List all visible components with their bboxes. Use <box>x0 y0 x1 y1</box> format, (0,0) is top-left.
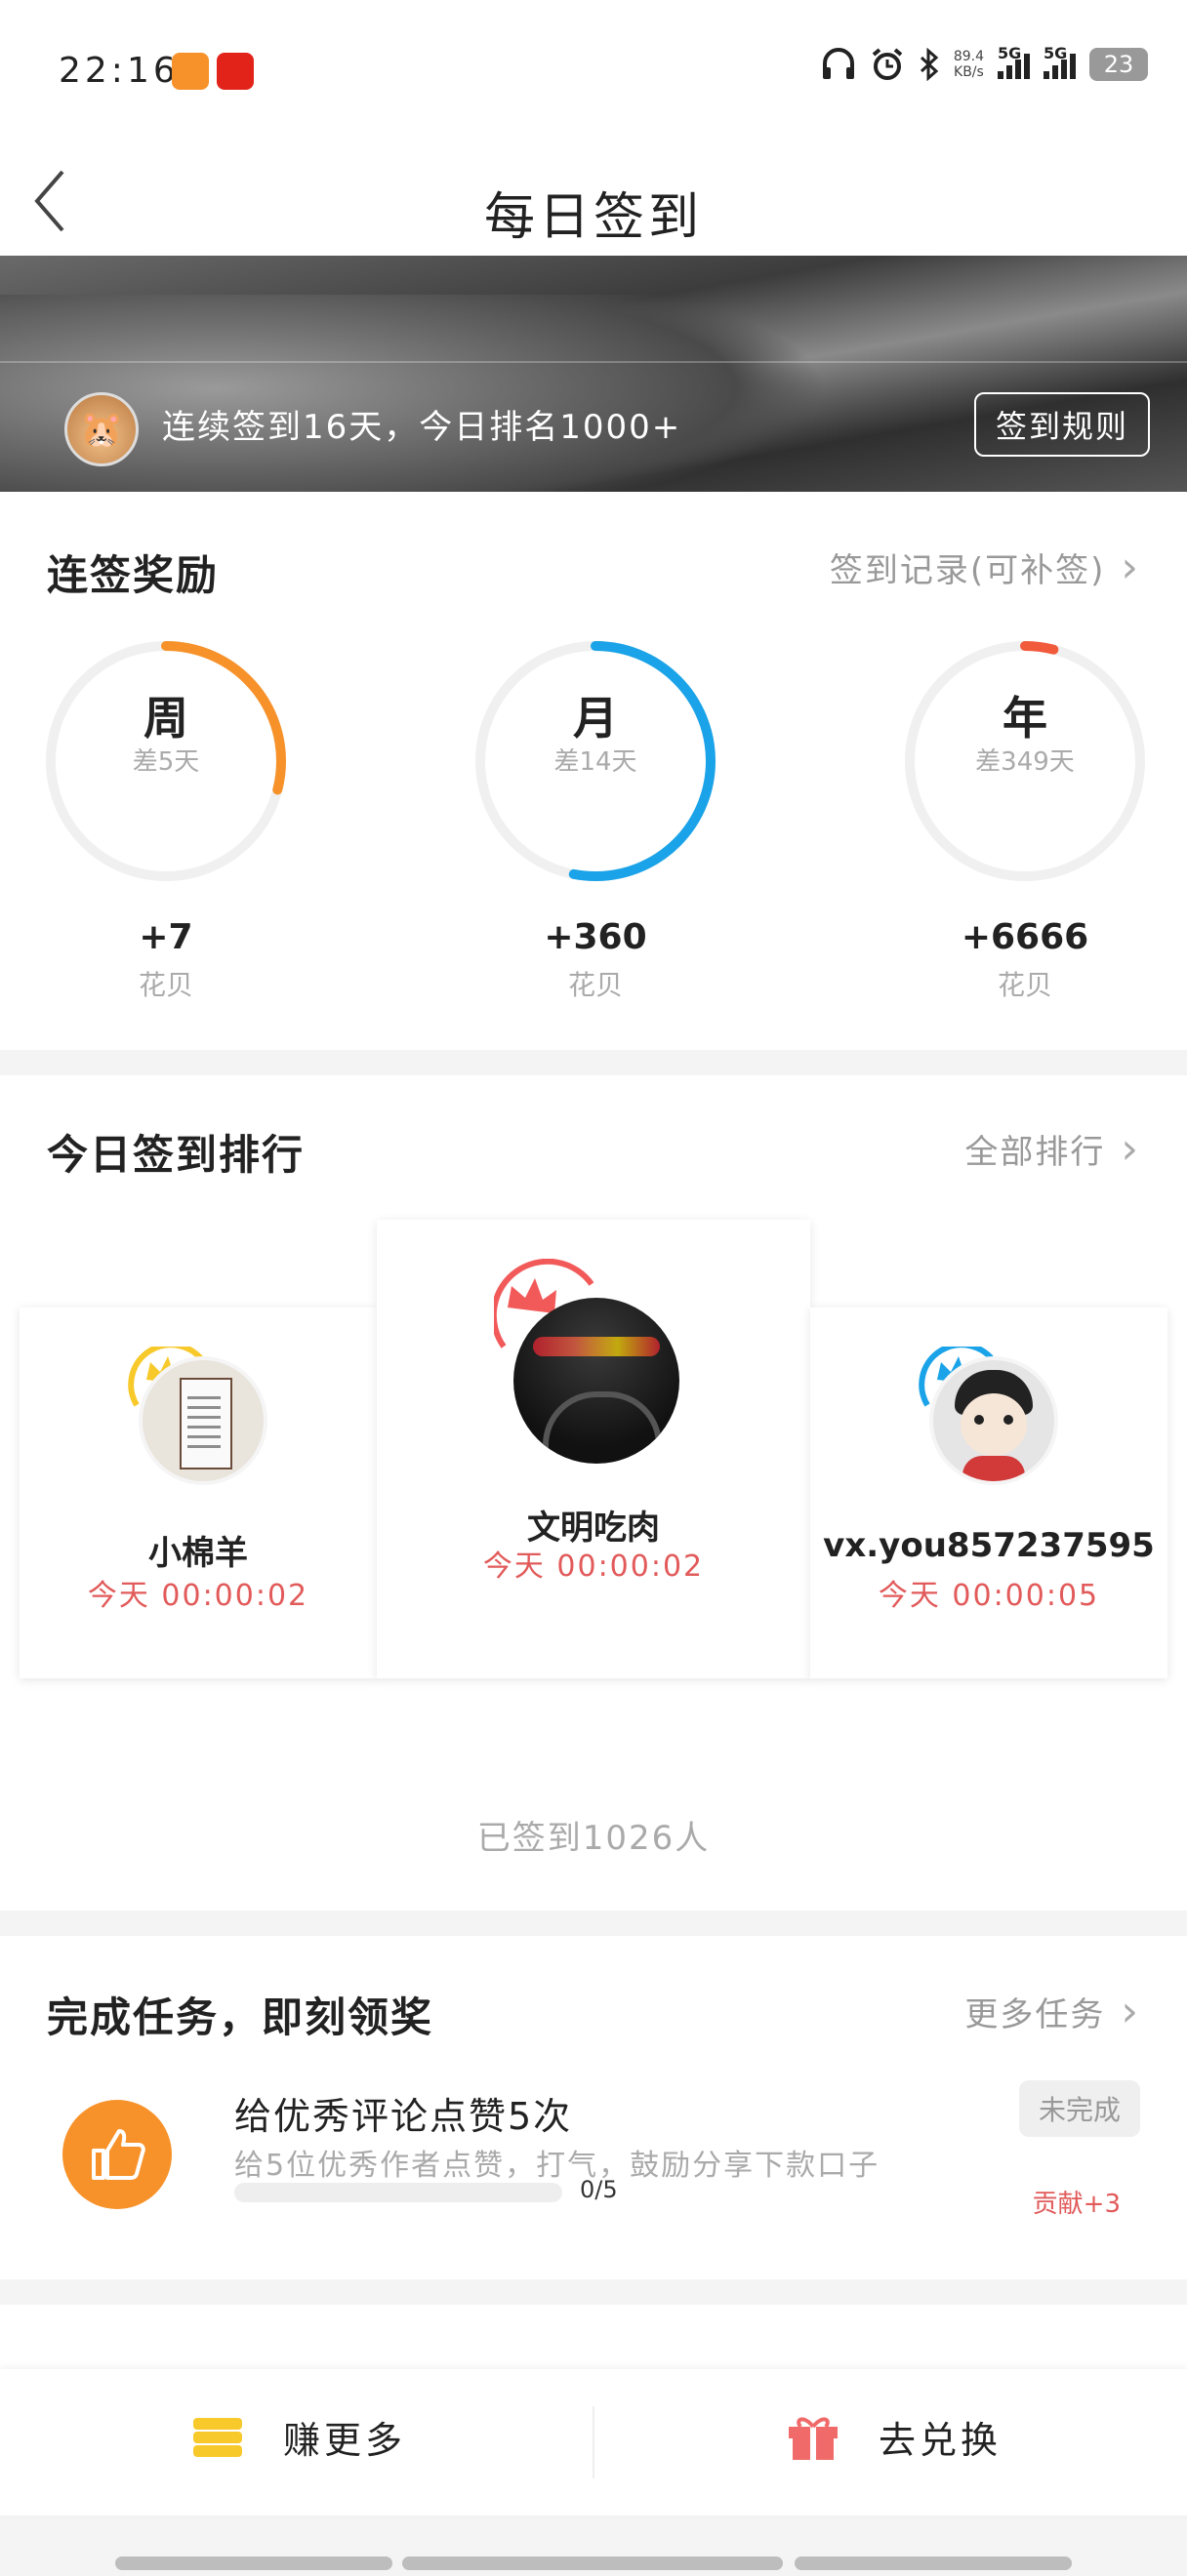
coins-icon <box>193 2417 242 2457</box>
reward-amount: +360 <box>544 917 647 957</box>
ring-remaining: 差349天 <box>975 747 1075 777</box>
reward-amount: +6666 <box>961 917 1089 957</box>
banner-background <box>0 295 830 492</box>
bottom-action-bar: 赚更多 去兑换 <box>0 2369 1187 2516</box>
signal-icon: 5G <box>998 44 1030 79</box>
full-ranking-link[interactable]: 全部排行 <box>964 1124 1140 1174</box>
ring-remaining: 差14天 <box>553 747 637 777</box>
task-description: 给5位优秀作者点赞，打气，鼓励分享下款口子 <box>234 2149 880 2183</box>
streak-reward-title: 连签奖励 <box>47 551 220 599</box>
streak-ring: 月差14天 <box>469 634 722 888</box>
rank-card-1[interactable]: 文明吃肉 今天 00:00:02 <box>377 1220 810 1678</box>
reward-unit: 花贝 <box>138 969 193 1001</box>
thumbs-up-icon <box>62 2100 172 2209</box>
app-notification-icon <box>172 53 209 90</box>
shopping-notification-icon <box>217 53 254 90</box>
streak-summary: 连续签到16天，今日排名1000+ <box>162 408 682 447</box>
more-tasks-link[interactable]: 更多任务 <box>964 1987 1140 2036</box>
gesture-indicator <box>402 2556 783 2570</box>
status-icons: 89.4 KB/s 5G 5G 23 <box>821 44 1148 82</box>
rank-sign-time: 今天 00:00:02 <box>482 1550 705 1584</box>
banner: 🐹 连续签到16天，今日排名1000+ 签到规则 <box>0 256 1187 492</box>
avatar <box>513 1298 679 1464</box>
rank-sign-time: 今天 00:00:02 <box>87 1579 309 1613</box>
rank-sign-time: 今天 00:00:05 <box>878 1579 1100 1613</box>
ring-remaining: 差5天 <box>132 747 200 777</box>
status-bar: 22:16 89.4 KB/s 5G 5G 23 <box>0 0 1187 146</box>
exchange-label: 去兑换 <box>879 2419 1003 2462</box>
divider <box>593 2406 594 2478</box>
bluetooth-icon <box>920 48 939 81</box>
reward-amount: +7 <box>139 917 193 957</box>
earn-more-button[interactable]: 赚更多 <box>191 2410 406 2464</box>
task-reward: 贡献+3 <box>1032 2190 1121 2219</box>
page-title: 每日签到 <box>483 188 703 247</box>
rank-card-2[interactable]: 小棉羊 今天 00:00:02 <box>20 1308 377 1678</box>
rules-button[interactable]: 签到规则 <box>974 392 1150 457</box>
signed-count: 已签到1026人 <box>476 1819 711 1858</box>
task-status-button[interactable]: 未完成 <box>1019 2080 1140 2137</box>
streak-ring: 年差349天 <box>898 634 1152 888</box>
ring-period: 月 <box>573 692 618 745</box>
gesture-indicator <box>795 2556 1072 2570</box>
battery-icon: 23 <box>1089 48 1148 81</box>
alarm-icon <box>872 48 903 80</box>
network-speed: 89.4 KB/s <box>953 49 984 80</box>
task-section-title: 完成任务，即刻领奖 <box>47 1993 434 2041</box>
earn-more-label: 赚更多 <box>283 2419 407 2462</box>
ring-period: 周 <box>143 692 188 745</box>
sign-history-link[interactable]: 签到记录(可补签) <box>830 543 1140 592</box>
rank-user-name: vx.you857237595 <box>823 1526 1155 1565</box>
gesture-indicator <box>115 2556 392 2570</box>
rank-card-3[interactable]: vx.you857237595 今天 00:00:05 <box>810 1308 1167 1678</box>
streak-ring: 周差5天 <box>39 634 293 888</box>
avatar <box>929 1356 1058 1485</box>
reward-unit: 花贝 <box>997 969 1052 1001</box>
avatar <box>139 1356 267 1485</box>
avatar[interactable]: 🐹 <box>64 392 139 466</box>
nav-bar: 每日签到 <box>0 146 1187 256</box>
task-title: 给优秀评论点赞5次 <box>234 2095 573 2138</box>
task-progress-text: 0/5 <box>580 2176 618 2203</box>
rank-user-name: 小棉羊 <box>148 1534 248 1573</box>
signal-icon: 5G <box>1044 44 1076 79</box>
ring-period: 年 <box>1003 692 1047 745</box>
reward-unit: 花贝 <box>567 969 623 1001</box>
headphones-icon <box>822 48 854 79</box>
ranking-title: 今日签到排行 <box>47 1131 306 1179</box>
exchange-button[interactable]: 去兑换 <box>787 2410 1002 2464</box>
task-progress-bar <box>234 2183 562 2202</box>
clock: 22:16 <box>59 51 180 91</box>
gift-icon <box>789 2417 838 2460</box>
